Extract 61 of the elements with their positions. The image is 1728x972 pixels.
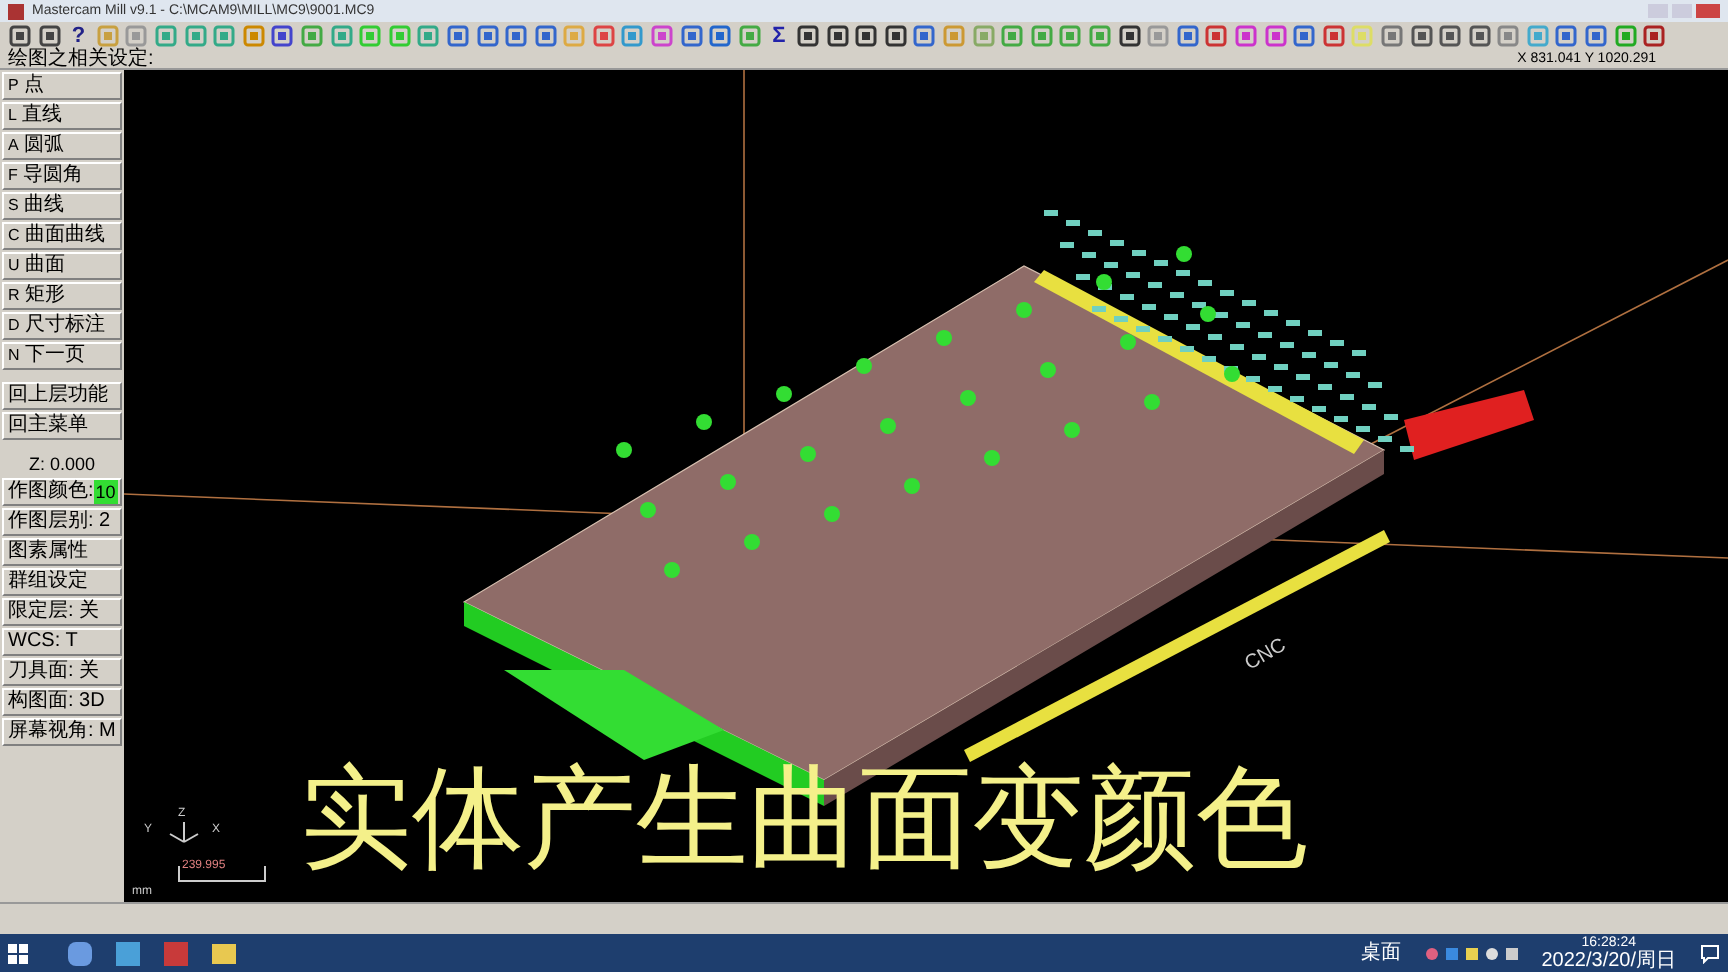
taskbar-app-icon[interactable] xyxy=(68,941,92,965)
prompt-text: 绘图之相关设定: xyxy=(8,49,154,69)
setting-button[interactable]: WCS: T xyxy=(2,628,122,656)
setting-button[interactable]: 屏幕视角: M xyxy=(2,718,122,746)
menu-item[interactable]: N 下一页 xyxy=(2,342,122,370)
scale-bar xyxy=(178,866,266,882)
clock-date: 2022/3/20/周日 xyxy=(1541,951,1676,971)
setting-button[interactable]: 作图层别: 2 xyxy=(2,508,122,536)
desktop-toolbar-label[interactable]: 桌面 xyxy=(1361,941,1402,965)
menu-item[interactable]: C 曲面曲线 xyxy=(2,222,122,250)
toolbar-icon[interactable] xyxy=(1292,24,1317,48)
menu-item[interactable]: P 点 xyxy=(2,72,122,100)
setting-button[interactable]: 图素属性 xyxy=(2,538,122,566)
toolbar-icon[interactable] xyxy=(504,24,529,48)
notification-icon[interactable] xyxy=(1700,943,1720,963)
axis-triad-icon xyxy=(168,820,200,844)
toolbar-icon[interactable] xyxy=(1117,24,1142,48)
setting-button[interactable]: 限定层: 关 xyxy=(2,598,122,626)
setting-button[interactable]: 刀具面: 关 xyxy=(2,658,122,686)
toolbar-icon[interactable] xyxy=(475,24,499,48)
setting-label: 作图颜色: xyxy=(8,480,94,504)
toolbar-icon[interactable] xyxy=(825,24,850,48)
menu-item[interactable]: F 导圆角 xyxy=(2,162,122,190)
help-button[interactable]: ? xyxy=(66,24,91,48)
toolbar-icon[interactable] xyxy=(1584,24,1609,48)
windows-start-icon[interactable] xyxy=(8,943,28,963)
model-label: CNC xyxy=(1239,632,1292,679)
menu-item[interactable]: S 曲线 xyxy=(2,192,122,220)
taskbar-app-icon[interactable] xyxy=(164,941,188,965)
menu-item[interactable]: A 圆弧 xyxy=(2,132,122,160)
toolbar-icon[interactable] xyxy=(912,24,937,48)
toolbar-icon[interactable] xyxy=(533,24,558,48)
toolbar-icon[interactable] xyxy=(1642,24,1667,48)
toolbar-icon[interactable] xyxy=(8,24,32,48)
color-setting-button[interactable]: 作图颜色:10 xyxy=(2,478,122,506)
sum-button[interactable]: Σ xyxy=(766,24,791,48)
nav-button[interactable]: 回上层功能 xyxy=(2,382,122,410)
toolbar-icon[interactable] xyxy=(37,24,62,48)
toolbar-icon[interactable] xyxy=(1409,24,1433,48)
toolbar-icon[interactable] xyxy=(708,24,733,48)
menu-item[interactable]: U 曲面 xyxy=(2,252,122,280)
toolbar-icon[interactable] xyxy=(445,24,470,48)
toolbar-icon[interactable] xyxy=(1438,24,1463,48)
color-swatch: 10 xyxy=(93,480,118,504)
nav-button[interactable]: 回主菜单 xyxy=(2,412,122,440)
setting-button[interactable]: 群组设定 xyxy=(2,568,122,596)
toolbar-icon[interactable] xyxy=(270,24,295,48)
toolbar-icon[interactable] xyxy=(854,24,879,48)
z-depth-text: Z: 0.000 xyxy=(26,452,98,476)
menu-item[interactable]: L 直线 xyxy=(2,102,122,130)
setting-button[interactable]: 构图面: 3D xyxy=(2,688,122,716)
toolbar-icon[interactable] xyxy=(1175,24,1200,48)
taskbar-app-icon[interactable] xyxy=(116,941,140,965)
subtitle-text: 实体产生曲面变颜色 xyxy=(300,754,1308,882)
toolbar-icon[interactable] xyxy=(679,24,704,48)
toolbar-icon[interactable] xyxy=(883,24,908,48)
toolbar-icon[interactable] xyxy=(1554,24,1579,48)
menu-item[interactable]: D 尺寸标注 xyxy=(2,312,122,340)
toolbar-icon[interactable] xyxy=(1467,24,1492,48)
toolbar-icon[interactable] xyxy=(796,24,821,48)
menu-item[interactable]: R 矩形 xyxy=(2,282,122,310)
